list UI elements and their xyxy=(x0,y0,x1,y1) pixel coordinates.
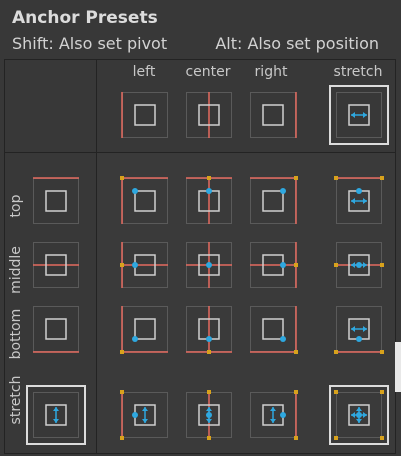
column-label-stretch: stretch xyxy=(333,64,383,80)
anchor-preset-icon xyxy=(120,242,168,288)
anchor-preset-top-stretch[interactable] xyxy=(334,176,384,224)
anchor-preset-stretch-stretch[interactable] xyxy=(329,385,389,445)
anchor-preset-middle-center[interactable] xyxy=(186,242,232,288)
anchor-preset-stretch[interactable] xyxy=(26,385,86,445)
anchor-preset-middle-stretch[interactable] xyxy=(334,242,384,288)
anchor-preset-icon xyxy=(198,92,220,138)
anchor-preset-icon xyxy=(262,92,297,138)
anchor-preset-middle-right[interactable] xyxy=(250,242,298,288)
anchor-preset-bottom-stretch[interactable] xyxy=(334,306,384,354)
anchor-presets-panel: Anchor Presets Shift: Also set pivot Alt… xyxy=(0,0,401,456)
anchor-preset-left[interactable] xyxy=(121,92,168,138)
anchor-preset-middle[interactable] xyxy=(33,242,79,288)
anchor-preset-bottom-center[interactable] xyxy=(186,306,232,354)
anchor-preset-bottom-right[interactable] xyxy=(250,306,298,354)
anchor-preset-middle-left[interactable] xyxy=(120,242,168,288)
anchor-preset-icon xyxy=(348,104,370,126)
anchor-preset-icon xyxy=(334,390,384,440)
row-label-stretch: stretch xyxy=(8,375,24,425)
anchor-preset-icon xyxy=(33,318,79,353)
anchor-preset-stretch[interactable] xyxy=(329,85,389,145)
panel-title: Anchor Presets xyxy=(12,8,158,28)
anchor-preset-icon xyxy=(33,254,79,276)
column-label-center: center xyxy=(185,64,231,80)
anchor-preset-icon xyxy=(120,390,156,440)
anchor-preset-bottom[interactable] xyxy=(33,306,79,353)
anchor-preset-icon xyxy=(45,404,67,426)
anchor-preset-icon xyxy=(334,254,384,276)
anchor-preset-icon xyxy=(250,176,298,224)
anchor-preset-icon xyxy=(262,390,298,440)
anchor-preset-icon xyxy=(334,176,384,212)
anchor-preset-icon xyxy=(250,242,298,288)
anchor-preset-right[interactable] xyxy=(250,92,297,138)
anchor-preset-icon xyxy=(186,176,232,224)
anchor-preset-top-center[interactable] xyxy=(186,176,232,224)
window-edge xyxy=(395,342,401,392)
column-label-left: left xyxy=(132,64,156,80)
anchor-preset-center[interactable] xyxy=(186,92,232,138)
hint-shift: Shift: Also set pivot xyxy=(12,34,168,53)
anchor-preset-icon xyxy=(120,306,168,354)
anchor-preset-icon xyxy=(198,390,220,440)
anchor-preset-top-right[interactable] xyxy=(250,176,298,224)
anchor-preset-top[interactable] xyxy=(33,177,79,224)
anchor-preset-icon xyxy=(120,176,168,224)
anchor-preset-icon xyxy=(186,306,232,354)
anchor-preset-icon xyxy=(186,242,232,288)
hint-alt: Alt: Also set position xyxy=(215,34,379,53)
anchor-preset-bottom-left[interactable] xyxy=(120,306,168,354)
anchor-preset-icon xyxy=(121,92,156,138)
anchor-preset-stretch-left[interactable] xyxy=(120,390,168,440)
column-label-right: right xyxy=(254,64,288,80)
anchor-preset-icon xyxy=(334,318,384,354)
anchor-preset-stretch-right[interactable] xyxy=(250,390,298,440)
anchor-preset-top-left[interactable] xyxy=(120,176,168,224)
anchor-preset-icon xyxy=(33,177,79,212)
anchor-preset-stretch-center[interactable] xyxy=(186,390,232,440)
anchor-preset-icon xyxy=(250,306,298,354)
